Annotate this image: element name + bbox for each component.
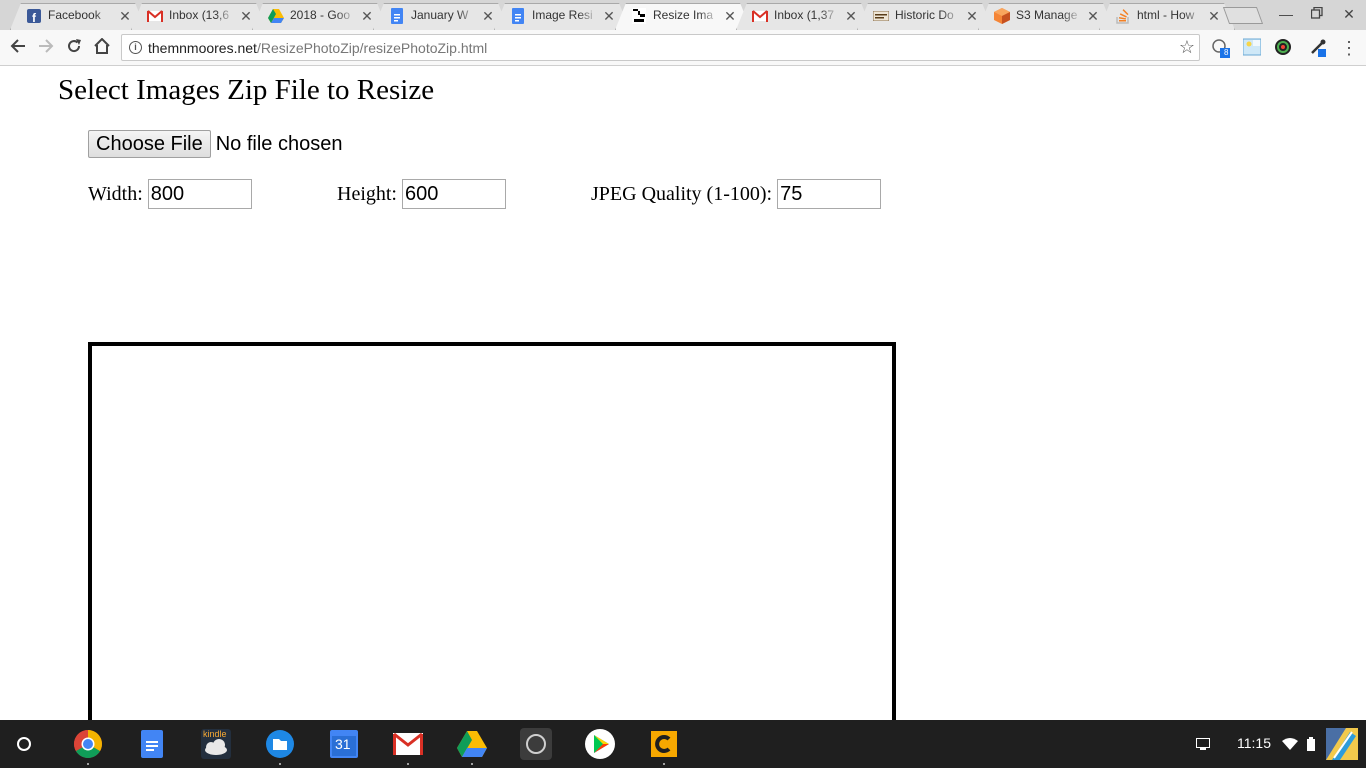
height-field: Height: [337,179,506,209]
tab-title: Inbox (13,6 [169,8,230,22]
info-icon[interactable]: i [129,41,142,54]
tab-title: Image Resi [532,8,593,22]
close-icon[interactable]: ✕ [118,8,132,24]
tab-google-doc-january[interactable]: January W ✕ [373,3,509,30]
battery-icon[interactable] [1307,720,1315,768]
calendar-icon[interactable]: 31 [328,728,360,760]
file-input[interactable]: Choose File No file chosen [88,130,342,158]
chrome-icon[interactable] [72,728,104,765]
tab-title: Facebook [48,8,101,22]
the-hour-icon [631,8,647,24]
new-tab-button[interactable] [1222,7,1264,24]
tab-google-drive[interactable]: 2018 - Goo ✕ [252,3,388,30]
close-icon[interactable]: ✕ [239,8,253,24]
close-window-icon[interactable]: ✕ [1339,4,1359,24]
tab-facebook[interactable]: f Facebook ✕ [10,3,146,30]
eyedropper-icon[interactable] [1308,38,1328,58]
stackoverflow-icon [1115,8,1131,24]
tab-strip: f Facebook ✕ Inbox (13,6 ✕ 2018 - Goo ✕ … [0,0,1366,30]
tab-historic-docs[interactable]: Historic Do ✕ [857,3,993,30]
os-shelf: kindle 31 11:15 [0,720,1366,768]
google-docs-icon[interactable] [136,728,168,760]
page-content: Select Images Zip File to Resize Choose … [0,66,1366,720]
color-picker-icon[interactable] [1274,38,1294,58]
c-app-icon[interactable] [648,728,680,765]
tab-resize-images[interactable]: Resize Ima ✕ [615,3,751,30]
close-icon[interactable]: ✕ [965,8,979,24]
calendar-day: 31 [335,736,351,752]
bookmark-star-icon[interactable]: ☆ [1179,37,1195,58]
wifi-icon[interactable] [1282,720,1298,768]
google-docs-icon [510,8,526,24]
document-icon [873,8,889,24]
width-input[interactable] [147,179,252,209]
tab-gmail-inbox[interactable]: Inbox (13,6 ✕ [131,3,267,30]
close-icon[interactable]: ✕ [602,8,616,24]
quality-input[interactable] [777,179,882,209]
close-icon[interactable]: ✕ [360,8,374,24]
close-icon[interactable]: ✕ [1086,8,1100,24]
gmail-icon[interactable] [392,728,424,765]
tab-title: Inbox (1,37 [774,8,835,22]
user-avatar[interactable] [1326,720,1358,768]
facebook-icon: f [26,8,42,24]
url-text: themnmoores.net/ResizePhotoZip/resizePho… [148,40,488,56]
google-drive-icon[interactable] [456,728,488,765]
google-drive-icon [268,8,284,24]
home-icon[interactable] [91,37,113,59]
clock[interactable]: 11:15 [1237,735,1271,751]
close-icon[interactable]: ✕ [723,8,737,24]
tab-stackoverflow[interactable]: html - How ✕ [1099,3,1235,30]
aws-s3-icon [994,8,1010,24]
height-label: Height: [337,182,397,205]
gmail-icon [752,8,768,24]
camera-icon[interactable] [520,728,552,760]
google-docs-icon [389,8,405,24]
menu-icon[interactable]: ⋮ [1340,36,1358,60]
minimize-icon[interactable]: — [1276,4,1296,24]
extension-icon[interactable]: 8 [1211,38,1231,58]
choose-file-button[interactable]: Choose File [88,130,211,158]
kindle-label: kindle [203,729,227,739]
tab-title: 2018 - Goo [290,8,351,22]
forward-arrow-icon[interactable] [35,37,57,59]
no-file-chosen-label: No file chosen [215,132,343,155]
tab-gmail-inbox-2[interactable]: Inbox (1,37 ✕ [736,3,872,30]
quality-label: JPEG Quality (1-100): [591,182,773,205]
screen-cast-icon[interactable] [1196,720,1210,768]
reload-icon[interactable] [63,37,85,59]
tab-title: html - How [1137,8,1195,22]
restore-icon[interactable] [1307,4,1327,24]
tab-google-doc-image-resize[interactable]: Image Resi ✕ [494,3,630,30]
back-arrow-icon[interactable] [7,37,29,59]
quality-field: JPEG Quality (1-100): [591,179,882,209]
close-icon[interactable]: ✕ [844,8,858,24]
close-icon[interactable]: ✕ [1207,8,1221,24]
kindle-icon[interactable]: kindle [200,728,232,760]
tab-title: Resize Ima [653,8,714,22]
width-label: Width: [88,182,143,205]
files-icon[interactable] [264,728,296,765]
gmail-icon [147,8,163,24]
tab-title: Historic Do [895,8,954,22]
play-store-icon[interactable] [584,728,616,760]
image-preview-canvas [88,342,896,720]
tab-title: S3 Manage [1016,8,1078,22]
browser-toolbar: i themnmoores.net/ResizePhotoZip/resizeP… [0,30,1366,66]
height-input[interactable] [402,179,506,209]
width-field: Width: [88,179,252,209]
image-extension-icon[interactable] [1242,38,1263,58]
launcher-icon[interactable] [17,737,31,751]
extension-badge: 8 [1224,48,1229,57]
address-bar[interactable]: i themnmoores.net/ResizePhotoZip/resizeP… [121,34,1200,61]
tab-title: January W [411,8,469,22]
close-icon[interactable]: ✕ [481,8,495,24]
page-title: Select Images Zip File to Resize [58,74,435,106]
tab-s3-management[interactable]: S3 Manage ✕ [978,3,1114,30]
